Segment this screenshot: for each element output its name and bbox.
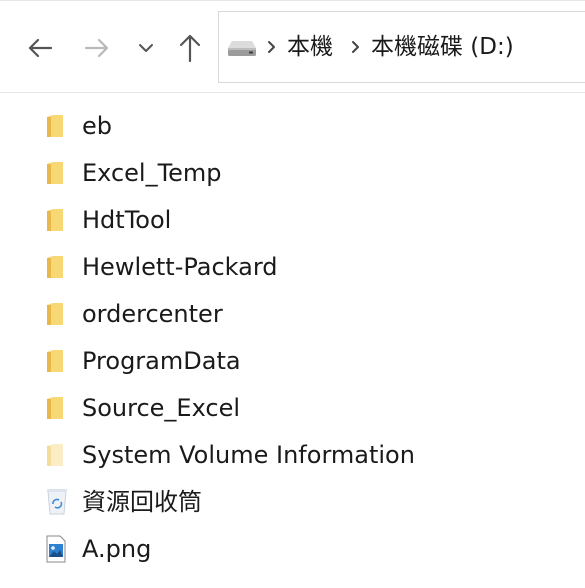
chevron-down-icon [139, 44, 153, 52]
folder-icon [44, 205, 78, 235]
file-name: A.png [82, 535, 152, 563]
list-item[interactable]: 資源回收筒 [40, 480, 560, 524]
list-item[interactable]: ProgramData [40, 339, 560, 383]
list-item[interactable]: A.png [40, 527, 560, 571]
list-item[interactable]: Hewlett-Packard [40, 245, 560, 289]
navigation-bar: 本機 本機磁碟 (D:) [0, 0, 585, 93]
file-name: Excel_Temp [82, 159, 222, 187]
file-name: Source_Excel [82, 394, 241, 422]
folder-icon [44, 346, 78, 376]
address-bar[interactable]: 本機 本機磁碟 (D:) [218, 11, 585, 83]
chevron-right-icon[interactable] [259, 40, 285, 54]
folder-icon [44, 111, 78, 141]
file-name: ordercenter [82, 300, 223, 328]
back-button[interactable] [20, 23, 60, 73]
list-item[interactable]: HdtTool [40, 198, 560, 242]
file-explorer-window: 本機 本機磁碟 (D:) eb Excel_Temp HdtTool Hewle… [0, 0, 585, 588]
arrow-left-icon [28, 38, 53, 58]
file-name: eb [82, 112, 112, 140]
breadcrumb-this-pc[interactable]: 本機 [285, 35, 335, 59]
hidden-folder-icon [44, 440, 78, 470]
image-file-icon [44, 534, 78, 564]
recent-locations-button[interactable] [128, 23, 164, 73]
arrow-up-icon [179, 34, 201, 63]
file-name: HdtTool [82, 206, 172, 234]
up-button[interactable] [170, 23, 210, 73]
folder-icon [44, 299, 78, 329]
chevron-right-icon[interactable] [343, 40, 369, 54]
breadcrumb-local-disk-d[interactable]: 本機磁碟 (D:) [369, 35, 516, 59]
file-name: ProgramData [82, 347, 241, 375]
list-item[interactable]: eb [40, 104, 560, 148]
recycle-bin-icon [44, 487, 78, 517]
arrow-right-icon [84, 38, 109, 58]
drive-icon [225, 34, 259, 60]
folder-icon [44, 158, 78, 188]
folder-icon [44, 393, 78, 423]
file-name: 資源回收筒 [82, 488, 202, 516]
file-name: System Volume Information [82, 441, 415, 469]
file-name: Hewlett-Packard [82, 253, 278, 281]
folder-icon [44, 252, 78, 282]
list-item[interactable]: ordercenter [40, 292, 560, 336]
list-item[interactable]: System Volume Information [40, 433, 560, 477]
forward-button[interactable] [77, 23, 117, 73]
list-item[interactable]: Excel_Temp [40, 151, 560, 195]
list-item[interactable]: Source_Excel [40, 386, 560, 430]
